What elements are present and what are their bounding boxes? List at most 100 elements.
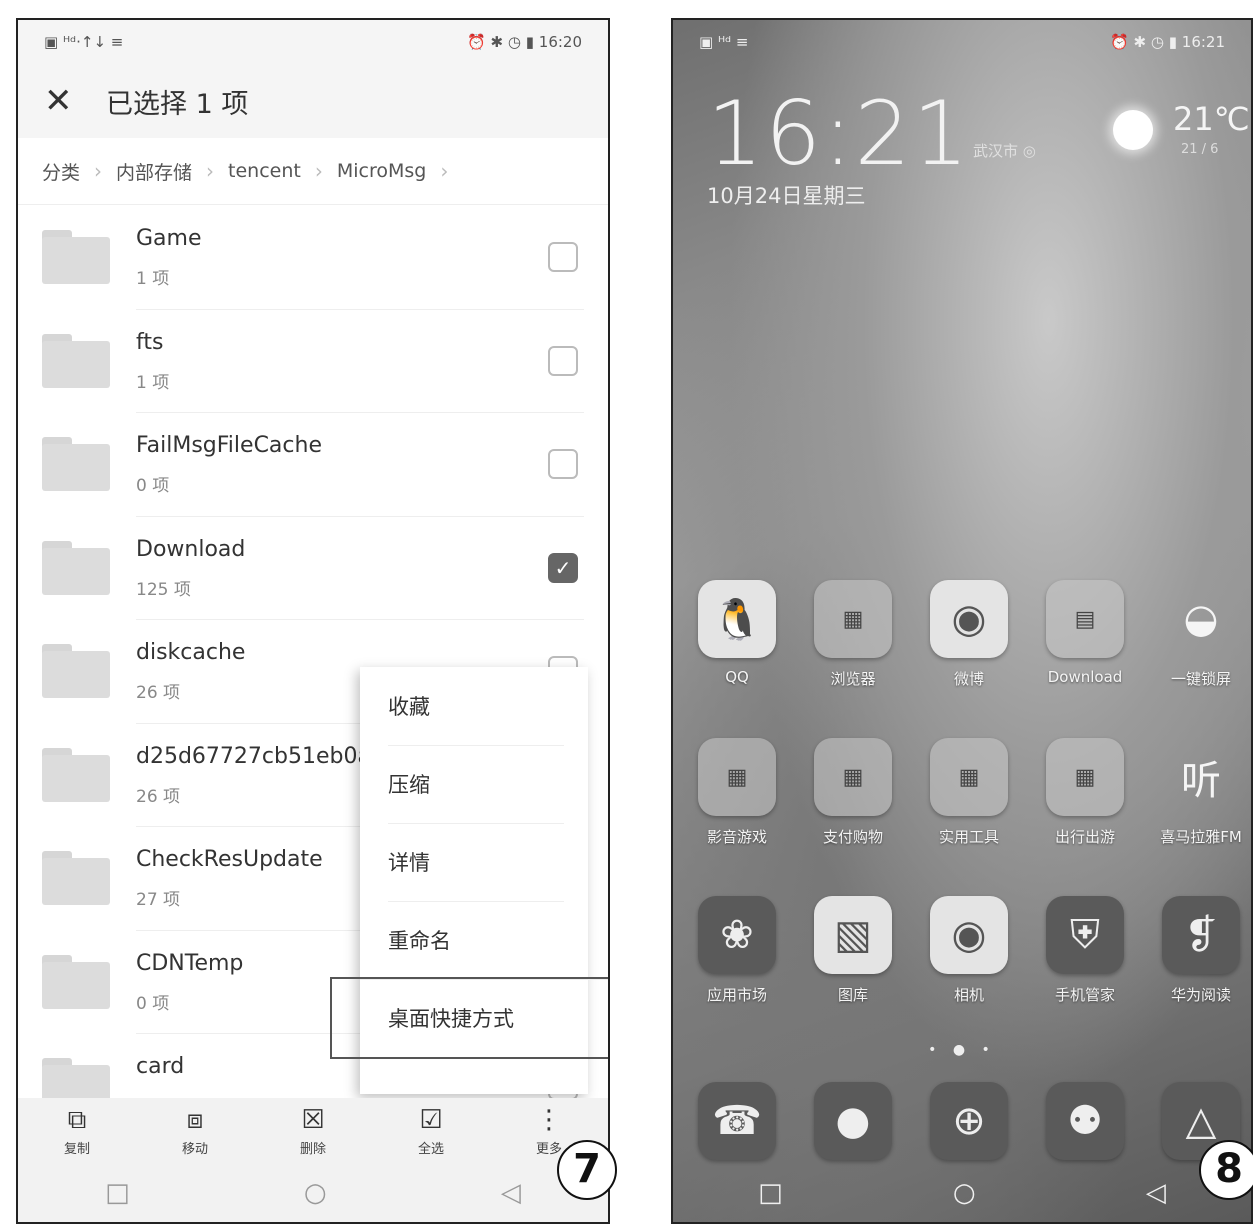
copy-button[interactable]: ⧉ 复制 <box>37 1106 117 1157</box>
app-icon[interactable]: ◒ 一键锁屏 <box>1151 580 1251 689</box>
folder-icon <box>42 540 110 595</box>
app-glyph-icon: ▦ <box>814 738 892 816</box>
select-checkbox[interactable]: ✓ <box>548 552 578 583</box>
app-icon[interactable]: ▦ 影音游戏 <box>687 738 787 847</box>
delete-button[interactable]: ☒ 删除 <box>273 1106 353 1157</box>
app-label: 出行出游 <box>1054 828 1115 846</box>
breadcrumb-item[interactable]: 分类 <box>42 158 80 185</box>
list-item[interactable]: fts 1 项 <box>18 310 608 413</box>
folder-icon <box>42 851 110 905</box>
app-icon[interactable]: 🐧 QQ <box>687 580 787 686</box>
selection-titlebar: ✕ 已选择 1 项 <box>18 64 608 138</box>
file-name: d25d67727cb51eb0a <box>136 743 366 769</box>
copy-label: 复制 <box>63 1141 90 1157</box>
select-checkbox[interactable] <box>548 242 578 272</box>
recents-icon[interactable]: □ <box>758 1178 783 1208</box>
app-icon[interactable]: ⊕ <box>919 1082 1019 1160</box>
app-icon[interactable]: ⚉ <box>1035 1082 1135 1160</box>
breadcrumb-item[interactable]: tencent <box>228 160 301 182</box>
app-icon[interactable]: ⛨ 手机管家 <box>1035 896 1135 1005</box>
item-count: 1 项 <box>136 269 170 289</box>
app-label: 浏览器 <box>830 670 876 688</box>
app-icon[interactable]: ❡ 华为阅读 <box>1151 896 1251 1005</box>
status-right: ⏰ ✱ ◷ ▮ 16:21 <box>1110 33 1225 51</box>
breadcrumb-item[interactable]: 内部存储 <box>116 158 192 185</box>
file-name: fts <box>136 329 164 355</box>
app-glyph-icon: 听 <box>1181 758 1221 804</box>
app-glyph-icon: ☎ <box>698 1082 776 1160</box>
file-name: Download <box>136 536 246 562</box>
menu-item-favorite[interactable]: 收藏 <box>360 667 588 745</box>
status-left: ▣ ᴴᵈ·↑↓ ≡ <box>44 33 124 51</box>
file-manager-screen: ▣ ᴴᵈ·↑↓ ≡ ⏰ ✱ ◷ ▮ 16:20 ✕ 已选择 1 项 分类 › 内… <box>16 18 610 1224</box>
location-label: 武汉市 ◎ <box>973 142 1036 160</box>
breadcrumb-item[interactable]: MicroMsg <box>337 160 427 182</box>
app-icon[interactable]: ▦ 支付购物 <box>803 738 903 847</box>
app-glyph-icon: ▦ <box>698 738 776 816</box>
app-label: 影音游戏 <box>706 828 767 846</box>
app-glyph-icon: ⛨ <box>1046 896 1124 974</box>
app-icon[interactable]: 听喜马拉雅FM <box>1151 738 1251 847</box>
folder-icon <box>42 747 110 802</box>
menu-item-desktop-shortcut[interactable]: 桌面快捷方式 <box>330 977 608 1059</box>
app-label: 相机 <box>953 986 984 1004</box>
select-all-button[interactable]: ☑ 全选 <box>391 1106 471 1157</box>
list-item[interactable]: Game 1 项 <box>18 206 608 310</box>
item-count: 26 项 <box>136 683 181 703</box>
date-label: 10月24日星期三 <box>707 184 866 208</box>
menu-item-rename[interactable]: 重命名 <box>360 901 588 979</box>
file-name: CheckResUpdate <box>136 847 323 872</box>
app-glyph-icon: ▦ <box>814 580 892 658</box>
select-checkbox[interactable] <box>548 449 578 479</box>
folder-icon <box>42 1058 110 1098</box>
app-label: 支付购物 <box>822 828 883 846</box>
app-icon[interactable]: ● <box>803 1082 903 1160</box>
app-icon[interactable]: ◉ 微博 <box>919 580 1019 689</box>
app-icon[interactable]: ▦ 浏览器 <box>803 580 903 689</box>
move-button[interactable]: ⧈ 移动 <box>155 1106 235 1157</box>
menu-item-details[interactable]: 详情 <box>360 823 588 901</box>
app-icon[interactable]: ◉ 相机 <box>919 896 1019 1005</box>
app-glyph-icon: ⊕ <box>930 1082 1008 1160</box>
recents-icon[interactable]: □ <box>105 1178 130 1208</box>
list-item[interactable]: FailMsgFileCache 0 项 <box>18 413 608 517</box>
chevron-right-icon: › <box>94 159 103 183</box>
figure-number-badge: 7 <box>557 1140 617 1200</box>
more-vert-icon: ⋮ <box>536 1104 562 1135</box>
select-checkbox[interactable] <box>548 345 578 376</box>
folder-icon <box>42 954 110 1009</box>
close-icon[interactable]: ✕ <box>44 81 88 121</box>
back-icon[interactable]: ◁ <box>1146 1178 1166 1208</box>
app-icon[interactable]: ▦ 实用工具 <box>919 738 1019 847</box>
app-icon[interactable]: ☎ <box>687 1082 787 1160</box>
app-glyph-icon: 🐧 <box>698 580 776 658</box>
temperature[interactable]: 21℃ <box>1173 100 1250 138</box>
back-icon[interactable]: ◁ <box>501 1178 521 1208</box>
figure-number-badge: 8 <box>1199 1140 1253 1200</box>
status-bar: ▣ ᴴᵈ·↑↓ ≡ ⏰ ✱ ◷ ▮ 16:20 <box>18 20 608 64</box>
move-label: 移动 <box>181 1141 208 1157</box>
file-name: FailMsgFileCache <box>136 433 322 458</box>
app-icon[interactable]: ❀ 应用市场 <box>687 896 787 1005</box>
home-icon[interactable]: ○ <box>953 1178 976 1208</box>
item-count: 1 项 <box>136 372 170 393</box>
delete-label: 删除 <box>299 1141 326 1157</box>
app-label: 喜马拉雅FM <box>1160 828 1242 846</box>
menu-item-compress[interactable]: 压缩 <box>360 745 588 823</box>
status-left: ▣ ᴴᵈ ≡ <box>699 33 749 51</box>
list-item[interactable]: Download 125 项 ✓ <box>18 517 608 620</box>
app-glyph-icon: ▧ <box>814 896 892 974</box>
select-all-label: 全选 <box>417 1141 444 1157</box>
file-name: Game <box>136 226 202 251</box>
file-name: CDNTemp <box>136 950 244 976</box>
app-icon[interactable]: ▦ 出行出游 <box>1035 738 1135 847</box>
clock-widget[interactable]: 16:21 <box>707 82 971 185</box>
select-all-icon: ☑ <box>419 1104 443 1135</box>
app-label: 手机管家 <box>1054 986 1115 1004</box>
app-icon[interactable]: ▧ 图库 <box>803 896 903 1005</box>
app-label: 图库 <box>837 986 868 1004</box>
item-count: 125 项 <box>136 579 191 600</box>
app-icon[interactable]: ▤ Download <box>1035 580 1135 686</box>
breadcrumb: 分类 › 内部存储 › tencent › MicroMsg › <box>18 138 608 205</box>
home-icon[interactable]: ○ <box>304 1178 327 1208</box>
